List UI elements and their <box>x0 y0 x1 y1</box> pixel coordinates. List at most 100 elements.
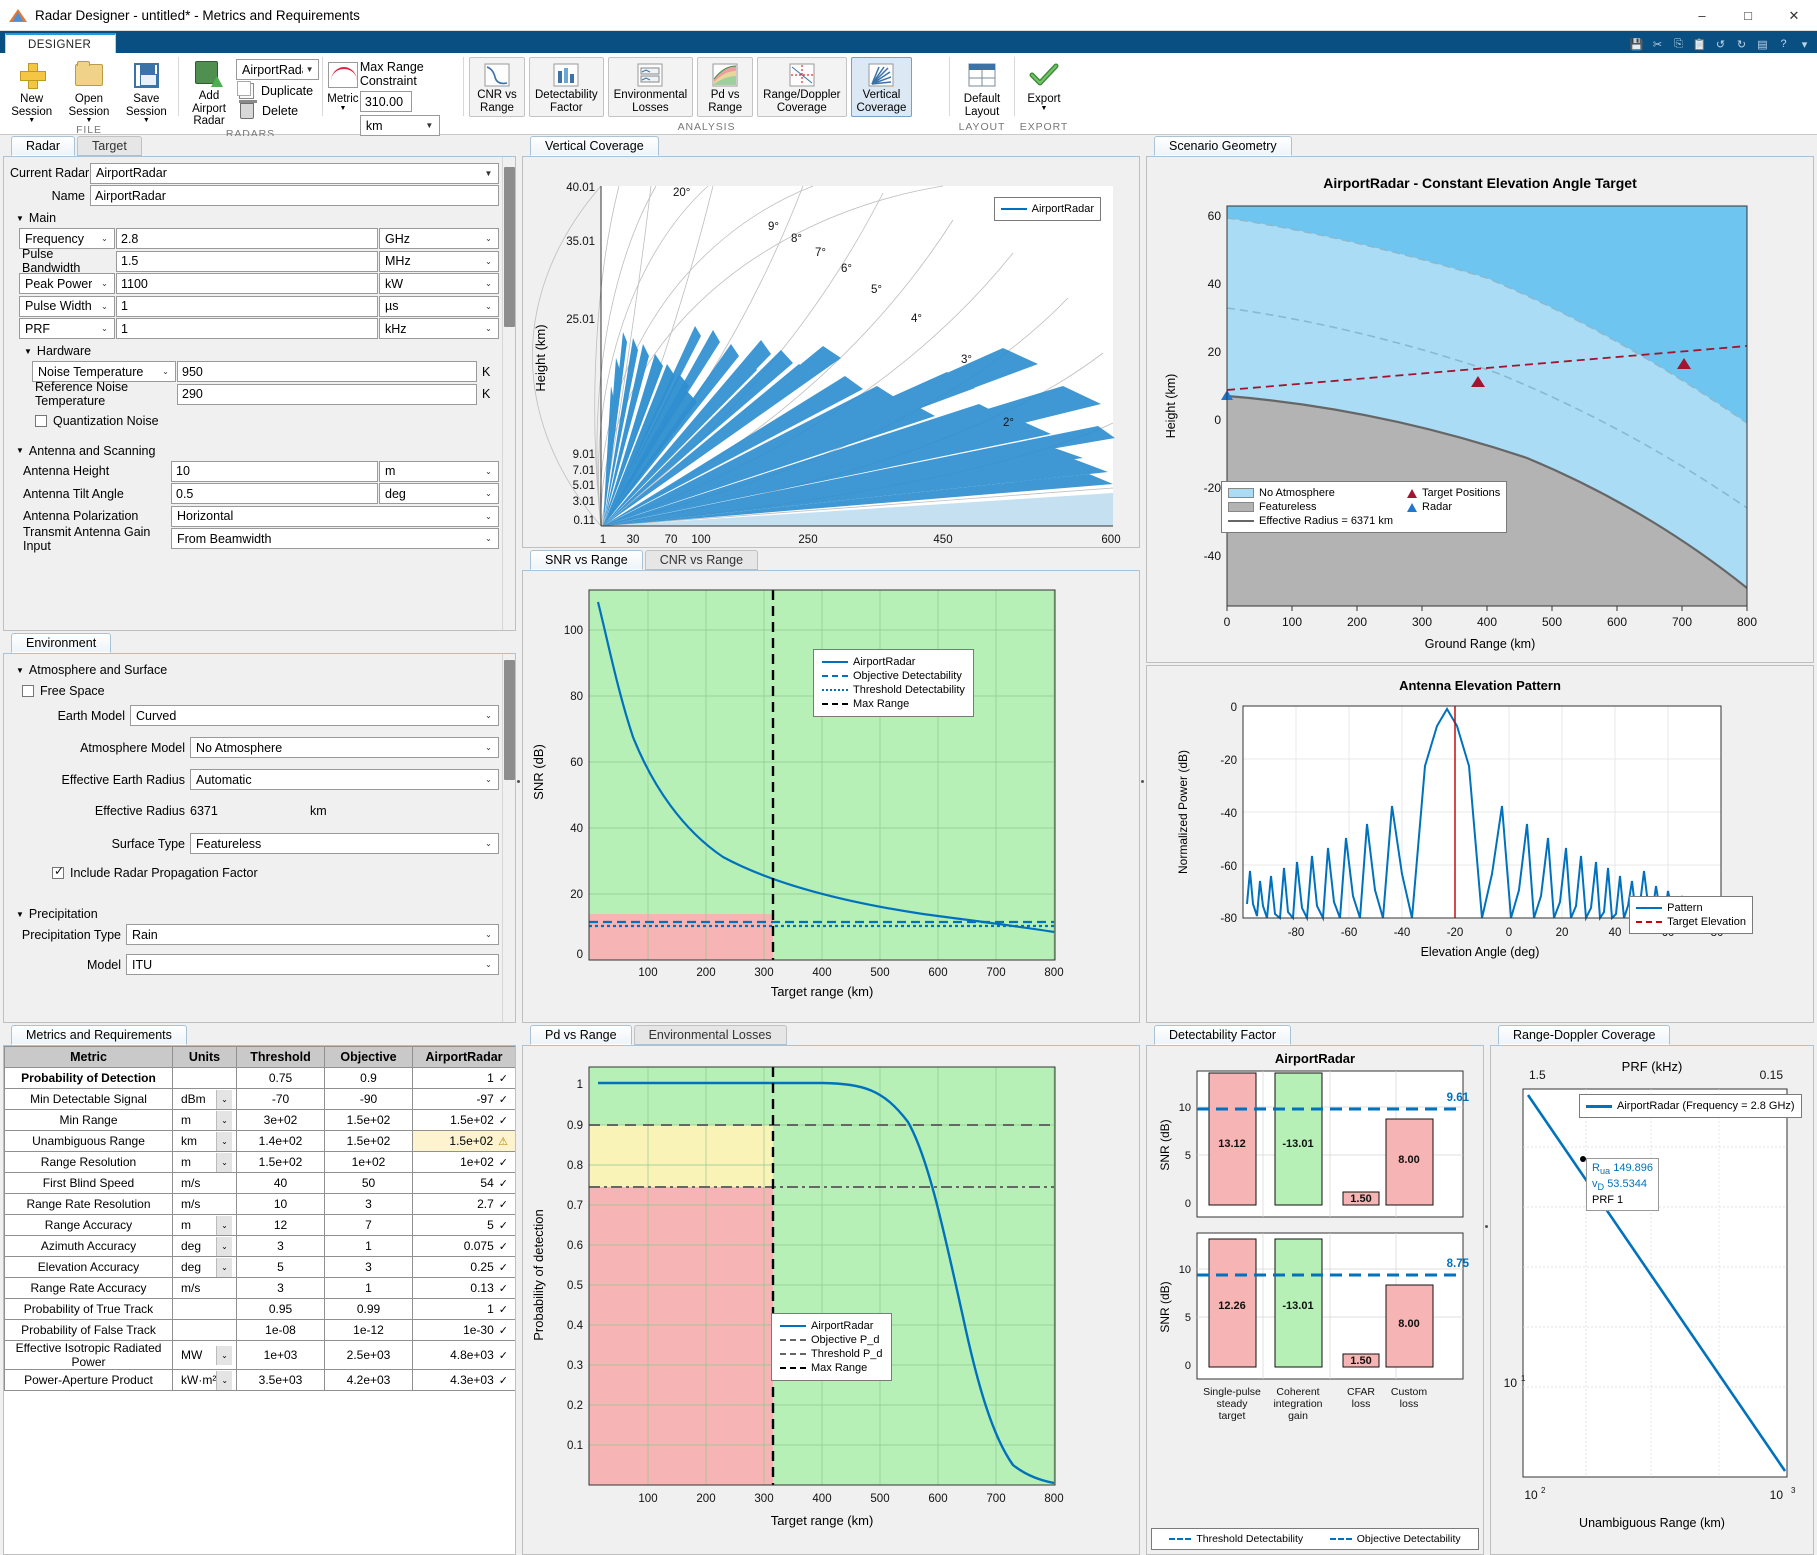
antenna-height-unit-dropdown[interactable]: m ⌄ <box>379 461 499 482</box>
reference-noise-temperature-input[interactable]: 290 <box>177 384 477 405</box>
noise-temperature-input[interactable]: 950 <box>177 361 477 382</box>
propagation-factor-checkbox[interactable] <box>52 867 64 879</box>
quantization-noise-checkbox[interactable] <box>35 415 47 427</box>
pulse-bandwidth-input[interactable]: 1.5 <box>116 251 378 272</box>
radar-panel-scrollbar[interactable] <box>502 157 515 630</box>
layout-icon[interactable]: ▤ <box>1754 36 1771 52</box>
frequency-param-dropdown[interactable]: Frequency ⌄ <box>19 228 115 249</box>
metric-threshold[interactable]: 3 <box>237 1278 325 1299</box>
vertical-splitter-left[interactable] <box>516 136 521 1424</box>
section-precipitation[interactable]: ▼ Precipitation <box>16 907 499 921</box>
propagation-factor-row[interactable]: Include Radar Propagation Factor <box>10 862 499 883</box>
model-dropdown[interactable]: ITU ⌄ <box>126 954 499 975</box>
metric-objective[interactable]: 50 <box>325 1173 413 1194</box>
col-objective[interactable]: Objective <box>325 1047 413 1068</box>
cnr-vs-range-button[interactable]: CNR vs Range <box>469 57 525 117</box>
open-session-button[interactable]: Open Session ▼ <box>60 56 117 124</box>
vertical-coverage-button[interactable]: Vertical Coverage <box>851 57 913 117</box>
metric-threshold[interactable]: 10 <box>237 1194 325 1215</box>
tab-pd-vs-range[interactable]: Pd vs Range <box>530 1025 632 1045</box>
export-button[interactable]: Export ▼ <box>1018 56 1070 112</box>
antenna-height-input[interactable]: 10 <box>171 461 378 482</box>
redo-icon[interactable]: ↻ <box>1733 36 1750 52</box>
metric-objective[interactable]: 3 <box>325 1194 413 1215</box>
chevron-down-icon[interactable]: ▼ <box>339 106 346 112</box>
pulse-width-input[interactable]: 1 <box>116 296 378 317</box>
radar-name-input[interactable]: AirportRadar <box>90 185 499 206</box>
metric-threshold[interactable]: 1e-08 <box>237 1320 325 1341</box>
save-icon[interactable]: 💾 <box>1628 36 1645 52</box>
metric-objective[interactable]: 1 <box>325 1236 413 1257</box>
chevron-down-icon[interactable]: ⌄ <box>216 1111 232 1130</box>
maximize-button[interactable]: □ <box>1725 0 1771 31</box>
new-session-button[interactable]: New Session ▼ <box>3 56 60 124</box>
tab-target[interactable]: Target <box>77 136 142 156</box>
table-row[interactable]: Power-Aperture ProductkW·m²⌄3.5e+034.2e+… <box>5 1370 516 1391</box>
current-radar-dropdown[interactable]: AirportRadar ▼ <box>236 59 319 80</box>
free-space-checkbox[interactable] <box>22 685 34 697</box>
precipitation-type-dropdown[interactable]: Rain ⌄ <box>126 924 499 945</box>
pulse-bandwidth-unit-dropdown[interactable]: MHz ⌄ <box>379 251 499 272</box>
metric-threshold[interactable]: 0.75 <box>237 1068 325 1089</box>
metric-units-cell[interactable]: deg⌄ <box>173 1257 237 1278</box>
tab-radar[interactable]: Radar <box>11 136 75 156</box>
vertical-splitter-bottom[interactable] <box>1484 1025 1489 1424</box>
col-threshold[interactable]: Threshold <box>237 1047 325 1068</box>
metric-units-cell[interactable]: m⌄ <box>173 1215 237 1236</box>
antenna-tilt-input[interactable]: 0.5 <box>171 483 378 504</box>
chevron-down-icon[interactable]: ⌄ <box>216 1237 232 1256</box>
free-space-row[interactable]: Free Space <box>10 680 499 701</box>
tab-snr-vs-range[interactable]: SNR vs Range <box>530 550 643 570</box>
chevron-down-icon[interactable]: ⌄ <box>216 1216 232 1235</box>
metric-threshold[interactable]: 3.5e+03 <box>237 1370 325 1391</box>
tab-metrics-and-requirements[interactable]: Metrics and Requirements <box>11 1025 187 1045</box>
pd-vs-range-button[interactable]: Pd vs Range <box>697 57 753 117</box>
cut-icon[interactable]: ✂ <box>1649 36 1666 52</box>
metric-threshold[interactable]: 3 <box>237 1236 325 1257</box>
metric-objective[interactable]: 1e+02 <box>325 1152 413 1173</box>
chevron-down-icon[interactable]: ⌄ <box>216 1258 232 1277</box>
table-row[interactable]: Range Rate Accuracym/s310.13✓ <box>5 1278 516 1299</box>
metric-objective[interactable]: 3 <box>325 1257 413 1278</box>
peak-power-param-dropdown[interactable]: Peak Power ⌄ <box>19 273 115 294</box>
metric-objective[interactable]: 0.99 <box>325 1299 413 1320</box>
tab-cnr-vs-range[interactable]: CNR vs Range <box>645 550 758 570</box>
table-row[interactable]: Probability of Detection0.750.91✓ <box>5 1068 516 1089</box>
chevron-down-icon[interactable]: ⌄ <box>216 1090 232 1109</box>
antenna-polarization-dropdown[interactable]: Horizontal ⌄ <box>171 506 499 527</box>
chevron-down-icon[interactable]: ⌄ <box>216 1371 232 1390</box>
table-row[interactable]: First Blind Speedm/s405054✓ <box>5 1173 516 1194</box>
metric-objective[interactable]: 7 <box>325 1215 413 1236</box>
copy-icon[interactable]: ⎘ <box>1670 36 1687 52</box>
prf-input[interactable]: 1 <box>116 318 378 339</box>
range-doppler-coverage-button[interactable]: Range/Doppler Coverage <box>757 57 846 117</box>
quantization-noise-row[interactable]: Quantization Noise <box>32 411 499 432</box>
table-row[interactable]: Effective Isotropic Radiated PowerMW⌄1e+… <box>5 1341 516 1370</box>
effective-earth-radius-dropdown[interactable]: Automatic ⌄ <box>190 769 499 790</box>
tab-environment[interactable]: Environment <box>11 633 111 653</box>
table-row[interactable]: Azimuth Accuracydeg⌄310.075✓ <box>5 1236 516 1257</box>
metric-units-cell[interactable]: dBm⌄ <box>173 1089 237 1110</box>
more-icon[interactable]: ▾ <box>1796 36 1813 52</box>
tab-designer[interactable]: DESIGNER <box>5 33 116 53</box>
add-airport-radar-button[interactable]: Add Airport Radar <box>182 56 236 128</box>
metric-objective[interactable]: 1 <box>325 1278 413 1299</box>
atmosphere-model-dropdown[interactable]: No Atmosphere ⌄ <box>190 737 499 758</box>
metric-threshold[interactable]: 40 <box>237 1173 325 1194</box>
max-range-constraint-input[interactable]: 310.00 <box>360 91 412 112</box>
table-row[interactable]: Min Rangem⌄3e+021.5e+021.5e+02✓ <box>5 1110 516 1131</box>
chevron-down-icon[interactable]: ⌄ <box>216 1346 232 1365</box>
frequency-input[interactable]: 2.8 <box>116 228 378 249</box>
metric-threshold[interactable]: 12 <box>237 1215 325 1236</box>
section-main[interactable]: ▼ Main <box>16 211 499 225</box>
metric-objective[interactable]: 1.5e+02 <box>325 1110 413 1131</box>
paste-icon[interactable]: 📋 <box>1691 36 1708 52</box>
max-range-unit-dropdown[interactable]: km ▼ <box>360 115 440 136</box>
table-row[interactable]: Unambiguous Rangekm⌄1.4e+021.5e+021.5e+0… <box>5 1131 516 1152</box>
environment-panel-scrollbar[interactable] <box>502 654 515 1022</box>
antenna-tilt-unit-dropdown[interactable]: deg ⌄ <box>379 483 499 504</box>
section-hardware[interactable]: ▼ Hardware <box>24 344 499 358</box>
tab-detectability-factor[interactable]: Detectability Factor <box>1154 1025 1291 1045</box>
noise-temperature-param-dropdown[interactable]: Noise Temperature ⌄ <box>32 361 176 382</box>
chevron-down-icon[interactable]: ▼ <box>1041 106 1048 112</box>
